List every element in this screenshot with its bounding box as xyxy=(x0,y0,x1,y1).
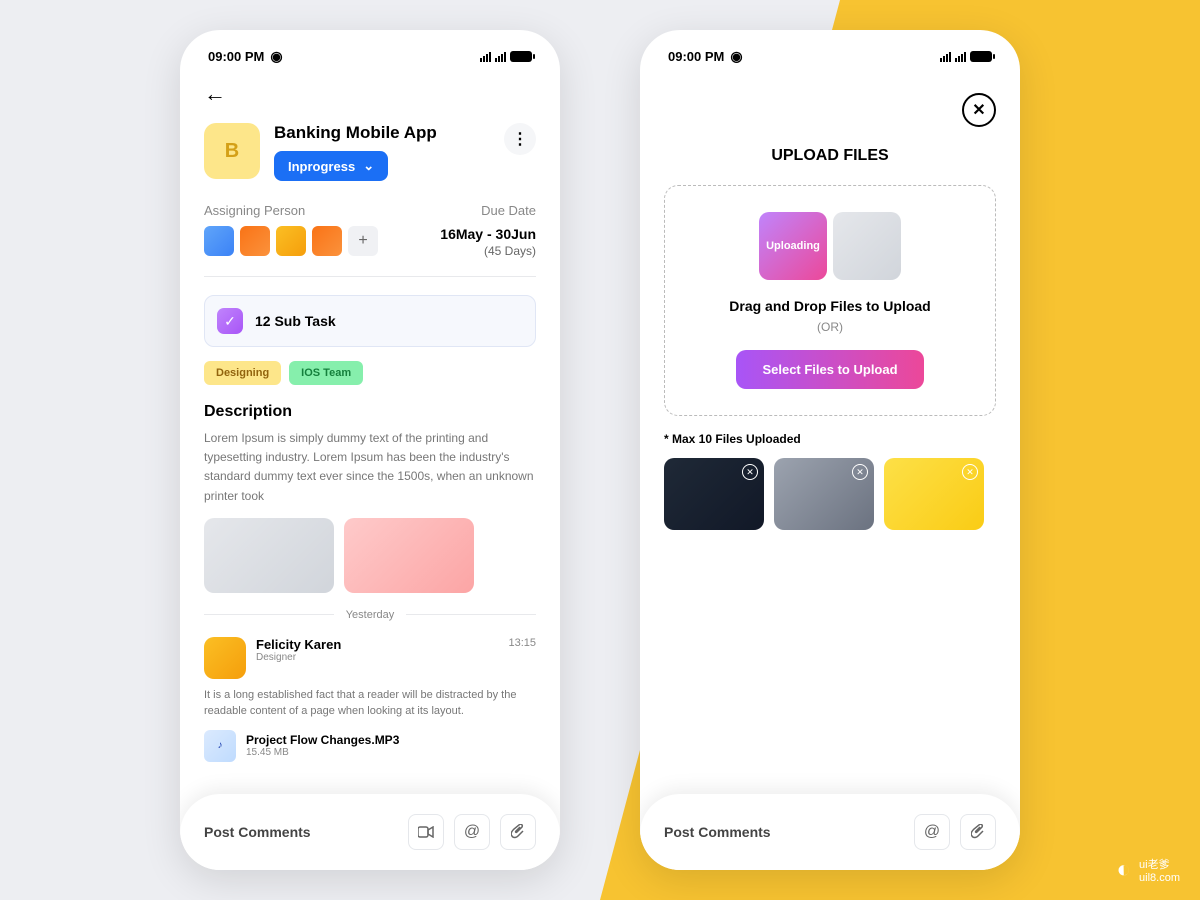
close-button[interactable]: ✕ xyxy=(962,93,996,127)
comment-author: Felicity Karen xyxy=(256,637,341,652)
remove-file-button[interactable]: ✕ xyxy=(962,464,978,480)
audio-file-icon: ♪ xyxy=(204,730,236,762)
drop-text: Drag and Drop Files to Upload xyxy=(685,298,975,314)
chevron-down-icon: ⌄ xyxy=(363,158,374,174)
tag-ios[interactable]: IOS Team xyxy=(289,361,363,385)
day-divider: Yesterday xyxy=(204,609,536,621)
signal-icon xyxy=(495,52,506,62)
status-time: 09:00 PM xyxy=(208,49,264,64)
status-bar: 09:00 PM ◉ xyxy=(180,30,560,73)
preview-tile xyxy=(833,212,901,280)
check-icon: ✓ xyxy=(217,308,243,334)
or-text: (OR) xyxy=(685,320,975,334)
comment-bar: Post Comments @ xyxy=(640,794,1020,870)
uploaded-file[interactable]: ✕ xyxy=(884,458,984,530)
comment-bar: Post Comments @ xyxy=(180,794,560,870)
max-files-note: * Max 10 Files Uploaded xyxy=(664,432,996,446)
comment-input[interactable]: Post Comments xyxy=(204,824,398,840)
comment-time: 13:15 xyxy=(508,637,536,663)
back-button[interactable]: ← xyxy=(204,81,536,107)
more-button[interactable]: ⋮ xyxy=(504,123,536,155)
due-range: 16May - 30Jun xyxy=(440,226,536,242)
attachment-thumb[interactable] xyxy=(344,518,474,593)
remove-file-button[interactable]: ✕ xyxy=(852,464,868,480)
watermark: ◐ ui老爹uil8.com xyxy=(1117,856,1180,884)
file-size: 15.45 MB xyxy=(246,747,399,758)
due-label: Due Date xyxy=(440,203,536,218)
attachment-thumb[interactable] xyxy=(204,518,334,593)
mention-button[interactable]: @ xyxy=(914,814,950,850)
avatar[interactable] xyxy=(204,226,234,256)
upload-screen: 09:00 PM ◉ ✕ UPLOAD FILES Uploading Drag … xyxy=(640,30,1020,870)
uploaded-file[interactable]: ✕ xyxy=(774,458,874,530)
wifi-icon: ◉ xyxy=(730,48,742,65)
status-bar: 09:00 PM ◉ xyxy=(640,30,1020,73)
uploaded-file[interactable]: ✕ xyxy=(664,458,764,530)
subtask-count: 12 Sub Task xyxy=(255,313,336,329)
comment-role: Designer xyxy=(256,652,341,663)
signal-icon xyxy=(955,52,966,62)
remove-file-button[interactable]: ✕ xyxy=(742,464,758,480)
drop-zone[interactable]: Uploading Drag and Drop Files to Upload … xyxy=(664,185,996,416)
avatar[interactable] xyxy=(204,637,246,679)
description-text: Lorem Ipsum is simply dummy text of the … xyxy=(204,429,536,506)
battery-icon xyxy=(510,51,532,62)
wifi-icon: ◉ xyxy=(270,48,282,65)
task-detail-screen: 09:00 PM ◉ ← B Banking Mobile App Inprogr… xyxy=(180,30,560,870)
assigning-label: Assigning Person xyxy=(204,203,378,218)
mention-button[interactable]: @ xyxy=(454,814,490,850)
video-button[interactable] xyxy=(408,814,444,850)
avatar[interactable] xyxy=(276,226,306,256)
file-attachment[interactable]: ♪ Project Flow Changes.MP3 15.45 MB xyxy=(204,730,536,762)
project-title: Banking Mobile App xyxy=(274,123,490,143)
file-name: Project Flow Changes.MP3 xyxy=(246,733,399,747)
subtask-card[interactable]: ✓ 12 Sub Task xyxy=(204,295,536,347)
avatar[interactable] xyxy=(240,226,270,256)
add-person-button[interactable]: + xyxy=(348,226,378,256)
upload-title: UPLOAD FILES xyxy=(664,147,996,165)
attach-button[interactable] xyxy=(500,814,536,850)
select-files-button[interactable]: Select Files to Upload xyxy=(736,350,923,389)
status-dropdown[interactable]: Inprogress⌄ xyxy=(274,151,388,181)
signal-icon xyxy=(480,52,491,62)
description-title: Description xyxy=(204,403,536,421)
attach-button[interactable] xyxy=(960,814,996,850)
due-days: (45 Days) xyxy=(440,244,536,258)
project-icon: B xyxy=(204,123,260,179)
comment-item: Felicity Karen Designer 13:15 xyxy=(204,637,536,679)
comment-input[interactable]: Post Comments xyxy=(664,824,904,840)
tag-designing[interactable]: Designing xyxy=(204,361,281,385)
comment-text: It is a long established fact that a rea… xyxy=(204,687,536,720)
battery-icon xyxy=(970,51,992,62)
status-time: 09:00 PM xyxy=(668,49,724,64)
avatar[interactable] xyxy=(312,226,342,256)
signal-icon xyxy=(940,52,951,62)
uploading-tile: Uploading xyxy=(759,212,827,280)
